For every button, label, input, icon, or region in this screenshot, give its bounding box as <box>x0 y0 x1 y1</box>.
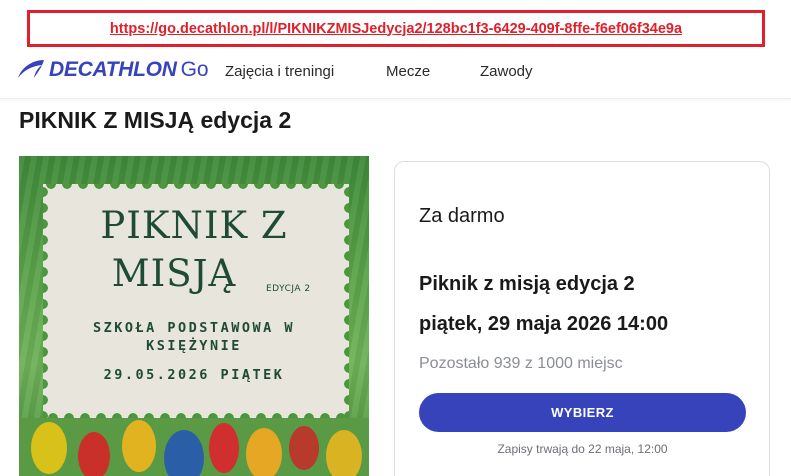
decathlon-logo-icon <box>18 60 44 78</box>
poster-school-line1: SZKOŁA PODSTAWOWA W <box>93 320 295 336</box>
choose-button[interactable]: WYBIERZ <box>419 393 746 432</box>
event-date: piątek, 29 maja 2026 14:00 <box>419 313 669 335</box>
poster-date: 29.05.2026 PIĄTEK <box>103 367 285 383</box>
poster-school-line2: KSIĘŻYNIE <box>146 338 242 354</box>
decathlon-go-logo[interactable]: DECATHLON Go <box>16 56 209 84</box>
nav-item-competitions[interactable]: Zawody <box>480 63 533 80</box>
site-header: DECATHLON Go Zajęcia i treningi Mecze Za… <box>0 47 791 99</box>
url-bar[interactable]: https://go.decathlon.pl/l/PIKNIKZMISJedy… <box>27 10 765 47</box>
url-link[interactable]: https://go.decathlon.pl/l/PIKNIKZMISJedy… <box>110 21 682 37</box>
booking-card: Za darmo Piknik z misją edycja 2 piątek,… <box>394 161 770 476</box>
remaining-spots: Pozostało 939 z 1000 miejsc <box>419 355 623 372</box>
poster-edition: EDYCJA 2 <box>266 284 311 294</box>
kids-playing-photo <box>19 418 369 476</box>
price-label: Za darmo <box>419 205 505 227</box>
event-name: Piknik z misją edycja 2 <box>419 273 635 295</box>
logo-text: DECATHLON <box>49 58 177 81</box>
nav-item-matches[interactable]: Mecze <box>386 63 430 80</box>
nav-item-classes[interactable]: Zajęcia i treningi <box>225 63 334 80</box>
registration-deadline: Zapisy trwają do 22 maja, 12:00 <box>497 442 668 456</box>
logo-suffix: Go <box>180 58 209 81</box>
poster-title-line1: PIKNIK Z <box>100 204 288 247</box>
event-poster-image: PIKNIK Z MISJĄ EDYCJA 2 SZKOŁA PODSTAWOW… <box>19 156 369 476</box>
page-title: PIKNIK Z MISJĄ edycja 2 <box>19 107 292 133</box>
